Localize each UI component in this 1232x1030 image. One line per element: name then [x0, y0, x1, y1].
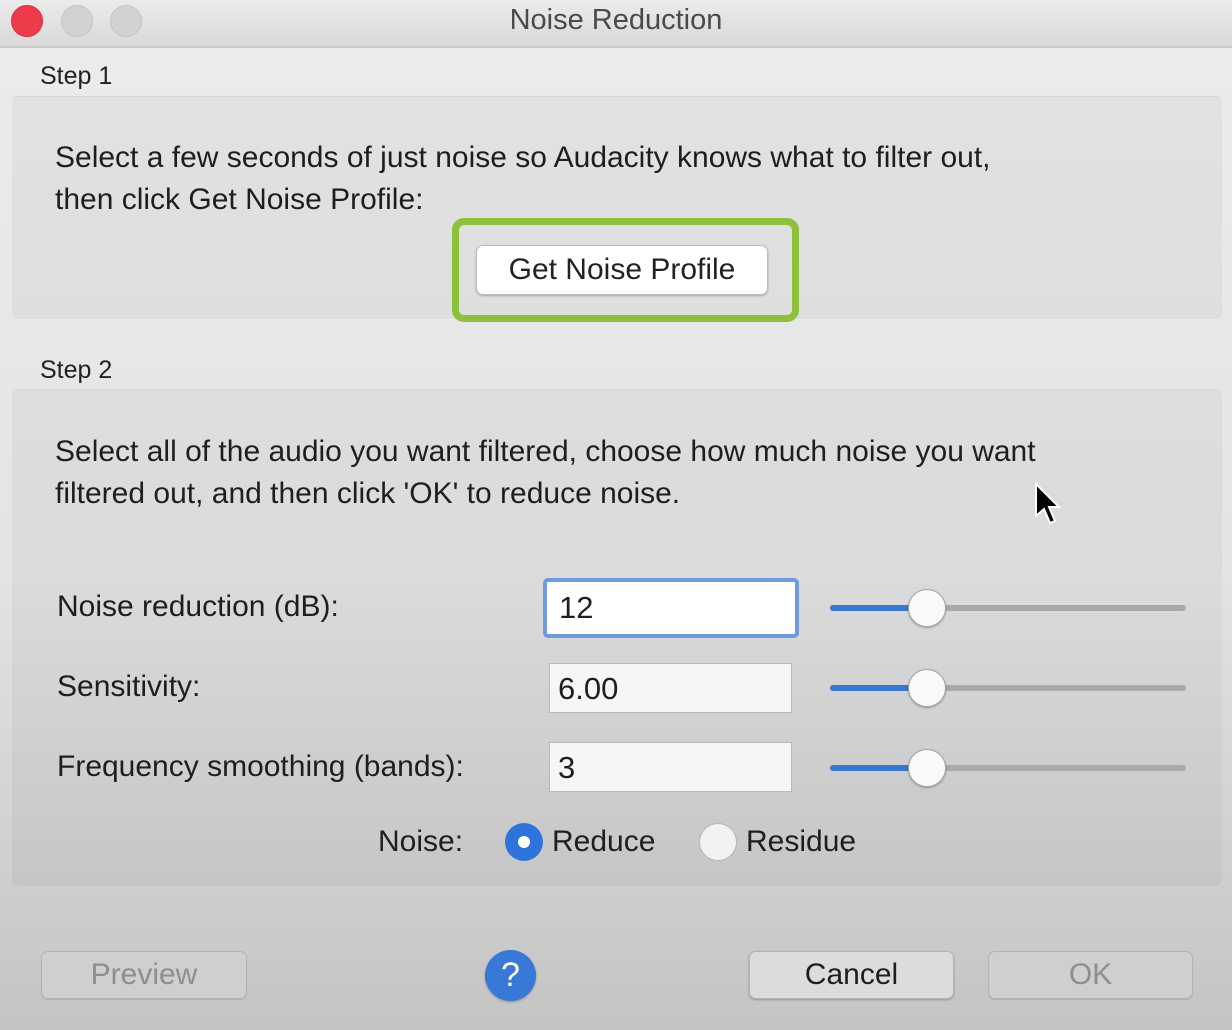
- slider-thumb[interactable]: [908, 669, 947, 707]
- reduce-radio[interactable]: [505, 823, 543, 861]
- title-bar: Noise Reduction: [0, 0, 1232, 48]
- slider-thumb[interactable]: [908, 749, 947, 787]
- step2-instructions-line2: filtered out, and then click 'OK' to red…: [55, 477, 681, 510]
- ok-button[interactable]: OK: [988, 951, 1193, 999]
- mouse-cursor-icon: [1035, 482, 1062, 525]
- frequency-smoothing-slider[interactable]: [830, 749, 1186, 787]
- sensitivity-slider[interactable]: [830, 669, 1186, 707]
- noise-reduction-slider[interactable]: [830, 589, 1186, 627]
- step1-instructions-line2: then click Get Noise Profile:: [55, 183, 424, 216]
- residue-radio[interactable]: [699, 823, 737, 861]
- noise-reduction-input[interactable]: 12: [543, 578, 799, 638]
- step1-label: Step 1: [40, 62, 113, 90]
- step1-instructions-line1: Select a few seconds of just noise so Au…: [55, 141, 991, 174]
- preview-button[interactable]: Preview: [41, 951, 247, 999]
- step2-label: Step 2: [40, 356, 113, 384]
- frequency-smoothing-input[interactable]: 3: [549, 742, 792, 792]
- noise-reduction-label: Noise reduction (dB):: [57, 590, 339, 623]
- noise-label: Noise:: [378, 825, 464, 858]
- get-noise-profile-button[interactable]: Get Noise Profile: [476, 245, 768, 295]
- frequency-smoothing-label: Frequency smoothing (bands):: [57, 750, 464, 783]
- help-icon[interactable]: ?: [485, 950, 536, 1001]
- window-title: Noise Reduction: [509, 4, 723, 36]
- sensitivity-label: Sensitivity:: [57, 670, 201, 703]
- reduce-radio-label[interactable]: Reduce: [552, 825, 655, 859]
- step2-instructions-line1: Select all of the audio you want filtere…: [55, 435, 1036, 468]
- residue-radio-label[interactable]: Residue: [746, 825, 856, 859]
- slider-thumb[interactable]: [908, 589, 947, 627]
- cancel-button[interactable]: Cancel: [749, 951, 954, 999]
- sensitivity-input[interactable]: 6.00: [549, 663, 792, 713]
